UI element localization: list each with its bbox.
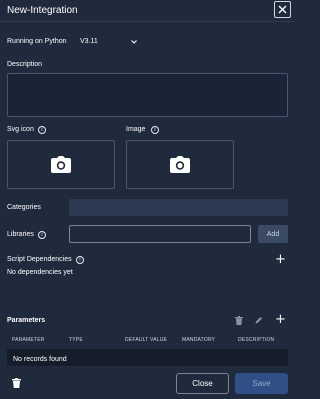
description-textarea[interactable] <box>7 73 288 117</box>
close-icon <box>278 5 287 14</box>
runtime-label: Running on Python <box>7 38 67 45</box>
categories-select[interactable] <box>69 199 288 216</box>
camera-icon <box>170 156 190 173</box>
trash-icon[interactable] <box>235 316 243 325</box>
runtime-version-select[interactable]: V3.11 <box>80 38 98 45</box>
dialog-title: New-Integration <box>7 5 78 16</box>
pencil-icon[interactable] <box>255 316 263 324</box>
svg-icon-upload[interactable] <box>7 140 115 189</box>
description-label: Description <box>7 61 43 68</box>
camera-icon <box>51 156 71 173</box>
info-icon[interactable]: i <box>76 256 84 264</box>
close-dialog-button[interactable] <box>274 1 291 18</box>
add-library-button[interactable]: Add <box>258 225 288 243</box>
add-dependency-plus-icon[interactable]: + <box>275 253 286 266</box>
save-button[interactable]: Save <box>235 373 288 394</box>
image-upload[interactable] <box>126 140 234 189</box>
add-parameter-plus-icon[interactable]: + <box>275 313 286 326</box>
dialog-header: New-Integration <box>0 0 296 22</box>
trash-icon[interactable] <box>12 378 21 388</box>
info-icon[interactable]: i <box>38 126 46 134</box>
close-button[interactable]: Close <box>176 373 229 394</box>
categories-label: Categories <box>7 204 41 211</box>
libraries-label: Libraries <box>7 231 34 238</box>
column-header-type: TYPE <box>69 337 83 343</box>
column-header-default-value: DEFAULT VALUE <box>125 337 168 343</box>
no-records-text: No records found <box>13 356 67 363</box>
dependencies-label: Script Dependencies <box>7 256 72 263</box>
info-icon[interactable]: i <box>38 231 46 239</box>
svg-icon-label: Svg icon <box>7 126 34 133</box>
libraries-input[interactable] <box>69 225 251 243</box>
parameters-title: Parameters <box>7 317 46 324</box>
column-header-mandatory: MANDATORY <box>182 337 216 343</box>
dependencies-empty-text: No dependencies yet <box>7 269 73 276</box>
chevron-down-icon[interactable] <box>130 38 138 46</box>
info-icon[interactable]: i <box>151 126 159 134</box>
parameters-table-header: PARAMETER TYPE DEFAULT VALUE MANDATORY D… <box>7 335 288 347</box>
image-label: Image <box>126 126 146 133</box>
column-header-description: DESCRIPTION <box>238 337 275 343</box>
column-header-parameter: PARAMETER <box>12 337 45 343</box>
parameters-table-body: No records found <box>7 349 288 366</box>
